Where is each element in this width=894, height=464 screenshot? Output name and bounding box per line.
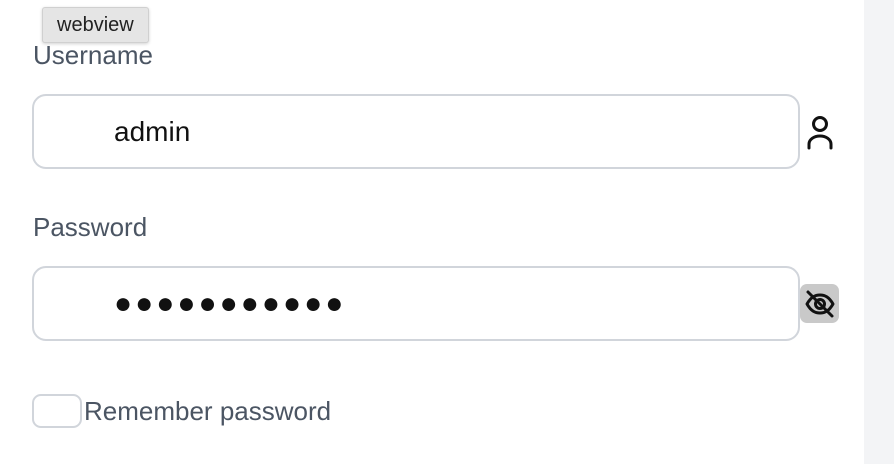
password-label: Password bbox=[33, 212, 148, 242]
webview-tooltip: webview bbox=[42, 7, 149, 43]
user-icon bbox=[802, 112, 838, 152]
username-field[interactable]: admin bbox=[32, 94, 800, 169]
remember-password-checkbox[interactable] bbox=[32, 394, 82, 428]
username-value[interactable]: admin bbox=[114, 96, 190, 167]
side-panel bbox=[864, 0, 894, 464]
login-form-view: webview Username admin Password ●●●●●●●●… bbox=[0, 0, 894, 464]
password-field[interactable]: ●●●●●●●●●●● bbox=[32, 266, 800, 341]
eye-off-icon[interactable] bbox=[800, 284, 839, 323]
password-value[interactable]: ●●●●●●●●●●● bbox=[114, 268, 346, 339]
username-label: Username bbox=[33, 40, 153, 70]
remember-password-row[interactable]: Remember password bbox=[32, 394, 331, 428]
remember-password-label[interactable]: Remember password bbox=[84, 396, 331, 427]
